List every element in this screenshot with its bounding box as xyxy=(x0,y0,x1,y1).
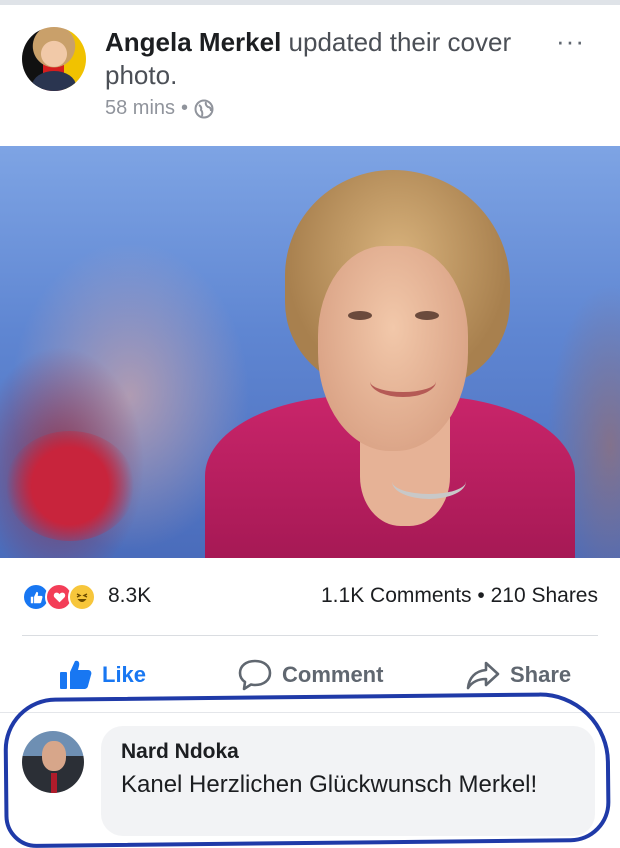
commenter-head xyxy=(42,741,66,771)
comments-divider xyxy=(0,712,620,713)
photo-smile xyxy=(370,366,436,397)
avatar-portrait xyxy=(32,71,76,91)
reactions-count[interactable]: 8.3K xyxy=(108,584,151,608)
author-name-link[interactable]: Angela Merkel xyxy=(105,27,281,57)
photo-necklace xyxy=(392,464,466,499)
author-avatar[interactable] xyxy=(22,27,86,91)
commenter-avatar[interactable] xyxy=(22,731,84,793)
commenter-tie xyxy=(51,773,57,793)
post-meta: 58 mins • xyxy=(105,97,214,120)
post-header-text: Angela Merkel updated their cover photo. xyxy=(105,26,545,92)
top-separator xyxy=(0,0,620,5)
thumbs-up-icon xyxy=(60,660,92,689)
photo-eye-left xyxy=(348,311,372,320)
actions-divider xyxy=(22,635,598,636)
haha-reaction-icon xyxy=(68,583,96,611)
like-label: Like xyxy=(102,662,147,687)
cover-photo[interactable] xyxy=(0,146,620,558)
photo-eye-right xyxy=(415,311,439,320)
share-arrow-icon xyxy=(466,661,500,690)
commenter-name-link[interactable]: Nard Ndoka xyxy=(121,740,239,764)
like-button[interactable]: Like xyxy=(60,655,146,695)
comments-shares-count[interactable]: 1.1K Comments • 210 Shares xyxy=(321,584,598,608)
post-timestamp[interactable]: 58 mins xyxy=(105,97,175,120)
share-button[interactable]: Share xyxy=(466,655,571,695)
comment-bubble-icon xyxy=(238,659,272,691)
globe-icon xyxy=(194,99,214,118)
reaction-icons[interactable] xyxy=(22,583,96,611)
comment-label: Comment xyxy=(282,662,384,687)
comment-text: Kanel Herzlichen Glückwunsch Merkel! xyxy=(121,771,538,798)
photo-face xyxy=(318,246,468,451)
photo-bokeh xyxy=(5,431,135,541)
comment-button[interactable]: Comment xyxy=(238,655,383,695)
meta-separator: • xyxy=(181,97,189,119)
share-label: Share xyxy=(510,662,572,687)
more-options-icon[interactable]: ··· xyxy=(556,26,585,57)
